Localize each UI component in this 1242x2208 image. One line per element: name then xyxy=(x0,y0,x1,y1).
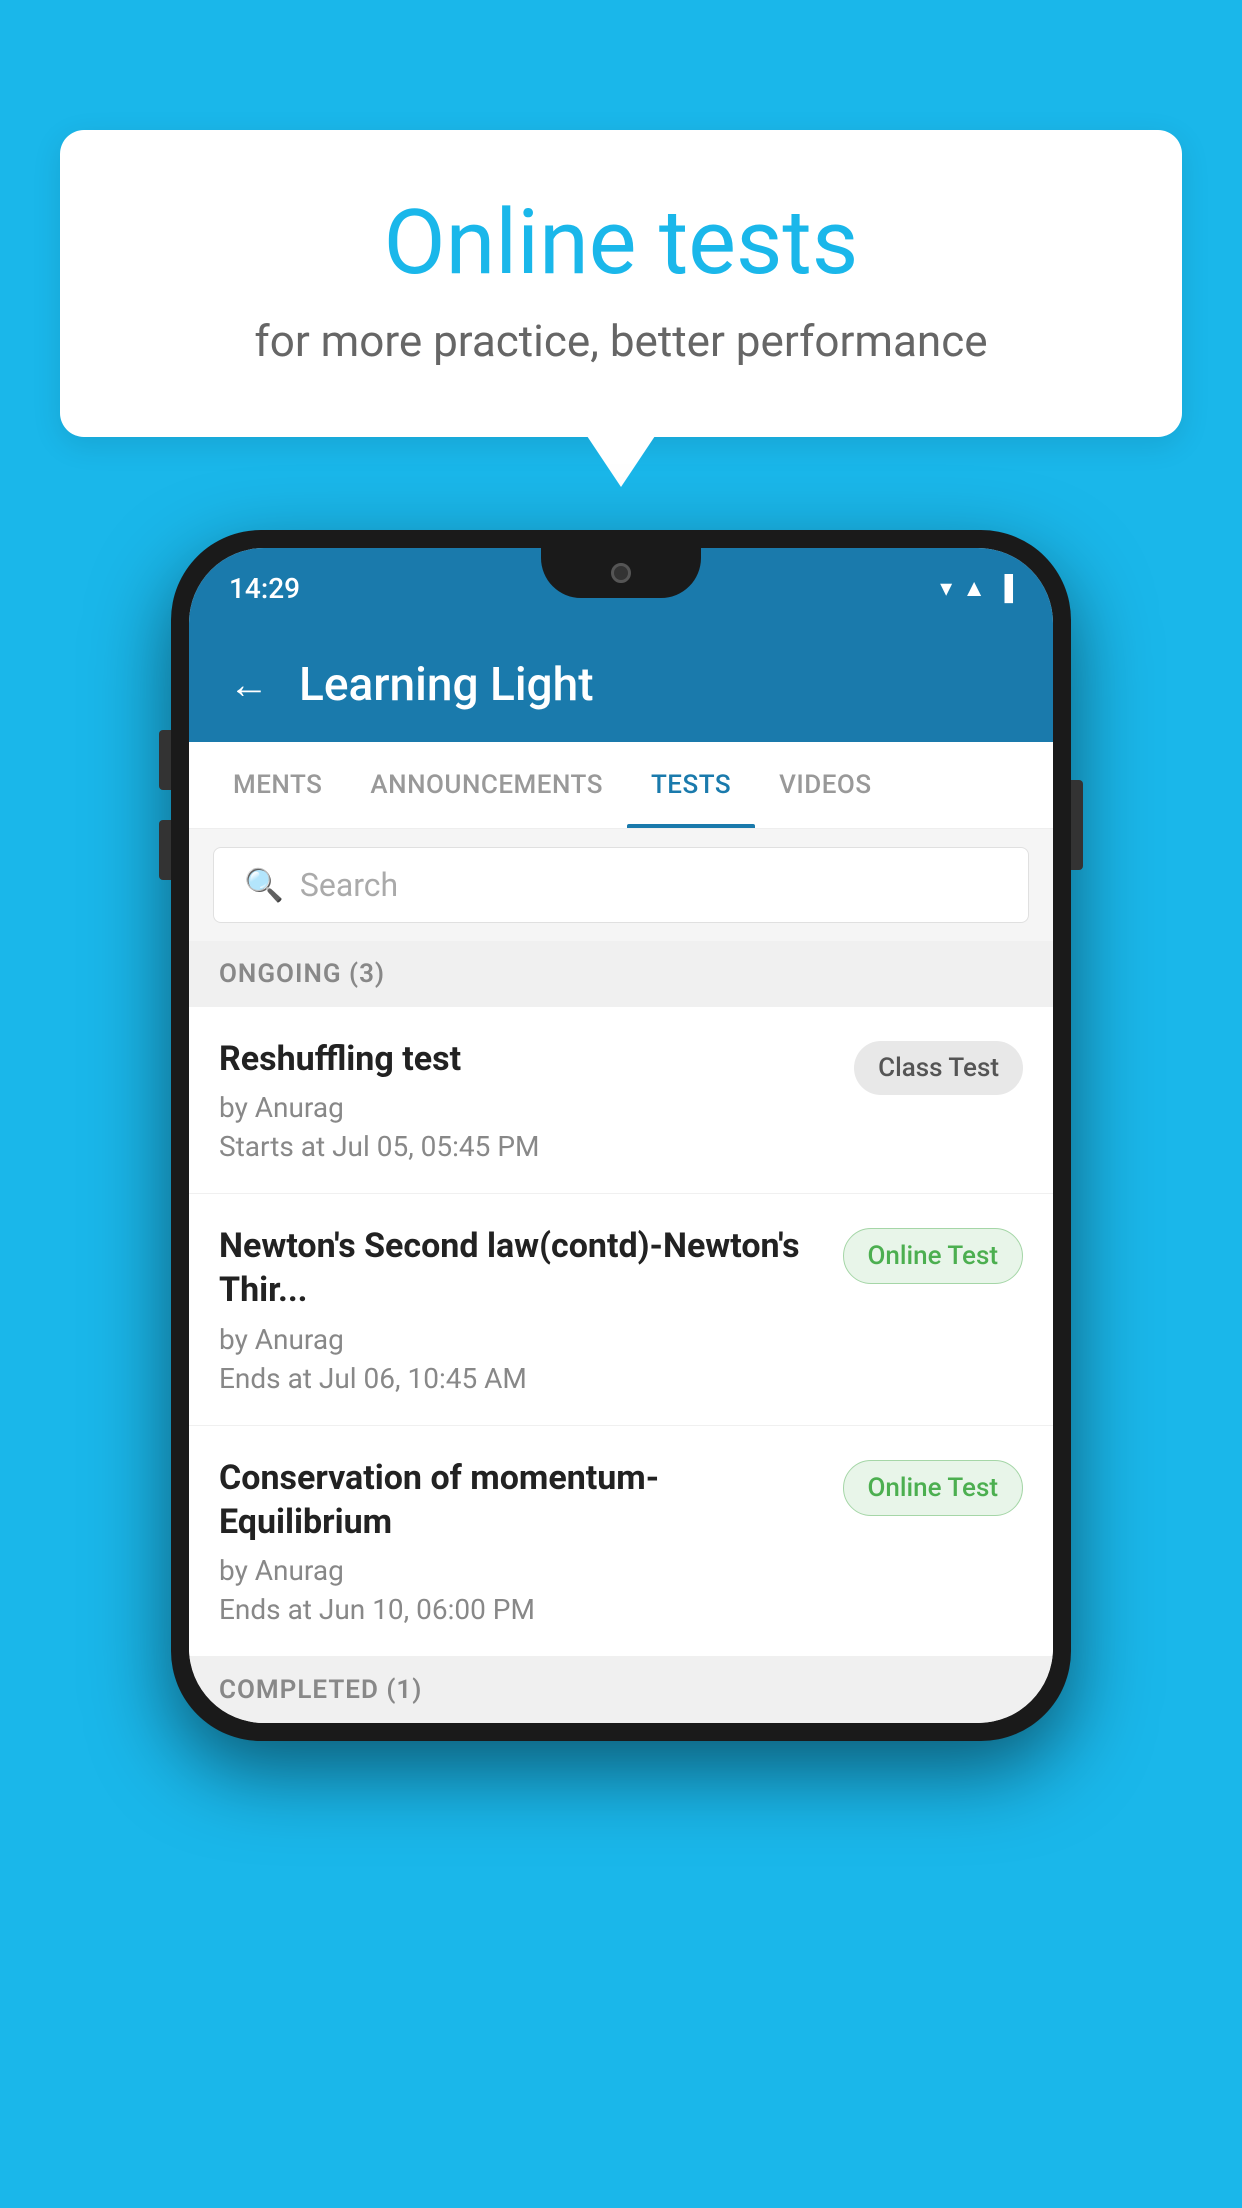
volume-down-button xyxy=(159,820,171,880)
tab-ments[interactable]: MENTS xyxy=(209,742,346,828)
search-bar[interactable]: 🔍 Search xyxy=(213,847,1029,923)
search-input[interactable]: Search xyxy=(300,866,398,904)
test-name-reshuffling: Reshuffling test xyxy=(219,1037,834,1081)
status-bar: 14:29 ▾ ▲ ▐ xyxy=(189,548,1053,628)
status-time: 14:29 xyxy=(229,572,300,605)
test-by-reshuffling: by Anurag xyxy=(219,1091,834,1124)
volume-up-button xyxy=(159,730,171,790)
search-icon: 🔍 xyxy=(244,866,284,904)
tab-videos[interactable]: VIDEOS xyxy=(755,742,895,828)
phone-wrapper: 14:29 ▾ ▲ ▐ ← Learning Light MENTS xyxy=(171,530,1071,1741)
test-name-newton: Newton's Second law(contd)-Newton's Thir… xyxy=(219,1224,823,1312)
app-header: ← Learning Light xyxy=(189,628,1053,742)
speech-bubble-title: Online tests xyxy=(140,190,1102,295)
battery-icon: ▐ xyxy=(996,574,1013,603)
test-badge-class: Class Test xyxy=(854,1041,1023,1095)
test-item-newton[interactable]: Newton's Second law(contd)-Newton's Thir… xyxy=(189,1194,1053,1425)
signal-icon: ▲ xyxy=(962,574,986,603)
ongoing-label: ONGOING (3) xyxy=(219,959,385,989)
camera xyxy=(611,563,631,583)
power-button xyxy=(1071,780,1083,870)
tab-bar: MENTS ANNOUNCEMENTS TESTS VIDEOS xyxy=(189,742,1053,829)
test-item-left-conservation: Conservation of momentum-Equilibrium by … xyxy=(219,1456,843,1626)
test-badge-online-conservation: Online Test xyxy=(843,1460,1024,1516)
test-item-left-newton: Newton's Second law(contd)-Newton's Thir… xyxy=(219,1224,843,1394)
notch xyxy=(541,548,701,598)
completed-section-header: COMPLETED (1) xyxy=(189,1657,1053,1723)
tab-announcements[interactable]: ANNOUNCEMENTS xyxy=(346,742,627,828)
speech-bubble: Online tests for more practice, better p… xyxy=(60,130,1182,437)
test-list: Reshuffling test by Anurag Starts at Jul… xyxy=(189,1007,1053,1657)
test-badge-online-newton: Online Test xyxy=(843,1228,1024,1284)
test-item-left: Reshuffling test by Anurag Starts at Jul… xyxy=(219,1037,854,1163)
test-item-reshuffling[interactable]: Reshuffling test by Anurag Starts at Jul… xyxy=(189,1007,1053,1194)
test-time-reshuffling: Starts at Jul 05, 05:45 PM xyxy=(219,1130,834,1163)
phone-screen: 14:29 ▾ ▲ ▐ ← Learning Light MENTS xyxy=(189,548,1053,1723)
test-by-newton: by Anurag xyxy=(219,1323,823,1356)
tab-tests[interactable]: TESTS xyxy=(627,742,755,828)
test-time-conservation: Ends at Jun 10, 06:00 PM xyxy=(219,1593,823,1626)
phone-device: 14:29 ▾ ▲ ▐ ← Learning Light MENTS xyxy=(171,530,1071,1741)
back-button[interactable]: ← xyxy=(229,665,269,705)
test-time-newton: Ends at Jul 06, 10:45 AM xyxy=(219,1362,823,1395)
ongoing-section-header: ONGOING (3) xyxy=(189,941,1053,1007)
status-icons: ▾ ▲ ▐ xyxy=(940,574,1013,603)
speech-bubble-subtitle: for more practice, better performance xyxy=(140,315,1102,367)
test-by-conservation: by Anurag xyxy=(219,1554,823,1587)
test-name-conservation: Conservation of momentum-Equilibrium xyxy=(219,1456,823,1544)
completed-label: COMPLETED (1) xyxy=(219,1675,422,1705)
test-item-conservation[interactable]: Conservation of momentum-Equilibrium by … xyxy=(189,1426,1053,1657)
search-bar-wrapper: 🔍 Search xyxy=(189,829,1053,941)
wifi-icon: ▾ xyxy=(940,574,952,602)
app-title: Learning Light xyxy=(299,658,594,712)
